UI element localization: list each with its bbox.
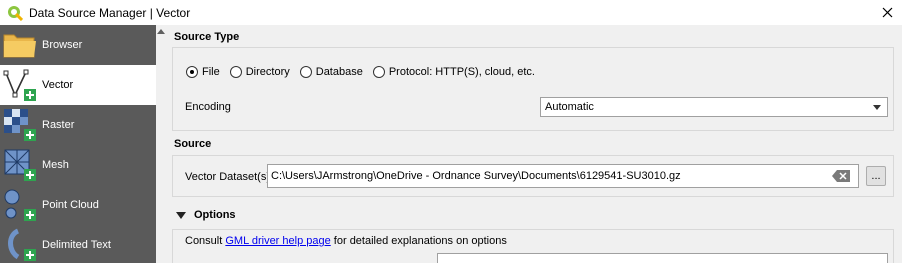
source-type-heading: Source Type	[174, 31, 240, 43]
vector-dataset-input[interactable]: C:\Users\JArmstrong\OneDrive - Ordnance …	[267, 164, 859, 188]
vector-dataset-label: Vector Dataset(s)	[185, 171, 270, 183]
qgis-logo-icon	[8, 5, 23, 21]
sidebar-item-delimited-text[interactable]: Delimited Text	[0, 225, 156, 263]
radio-protocol-label: Protocol: HTTP(S), cloud, etc.	[388, 66, 535, 78]
collapse-triangle-icon	[176, 211, 186, 219]
scroll-up-arrow-icon[interactable]	[157, 28, 165, 34]
consult-suffix: for detailed explanations on options	[333, 235, 507, 247]
sidebar-item-label: Point Cloud	[42, 199, 99, 211]
encoding-value: Automatic	[545, 101, 594, 113]
close-icon	[882, 7, 892, 18]
clear-icon[interactable]	[832, 170, 850, 182]
sidebar-item-mesh[interactable]: Mesh	[0, 145, 156, 185]
radio-directory-label: Directory	[245, 66, 290, 78]
sidebar: Browser Vector Raster Mesh Point Cloud D…	[0, 25, 156, 263]
options-field[interactable]	[437, 253, 888, 263]
folder-icon	[3, 34, 36, 58]
options-consult-text: Consult GML driver help page for detaile…	[185, 235, 507, 247]
source-heading: Source	[174, 138, 212, 150]
source-type-group	[172, 47, 894, 131]
sidebar-item-vector[interactable]: Vector	[0, 65, 156, 105]
encoding-label: Encoding	[185, 101, 231, 113]
sidebar-item-browser[interactable]: Browser	[0, 25, 156, 65]
raster-icon	[4, 109, 36, 141]
radio-file[interactable]: File	[186, 66, 220, 78]
sidebar-splitter[interactable]	[156, 25, 166, 263]
radio-database-indicator	[299, 66, 312, 78]
sidebar-item-label: Browser	[42, 39, 83, 51]
radio-database[interactable]: Database	[299, 66, 363, 78]
mesh-icon	[4, 149, 36, 181]
encoding-select[interactable]: Automatic	[540, 97, 888, 117]
point-cloud-icon	[4, 189, 36, 221]
vector-icon	[3, 69, 36, 101]
sidebar-item-point-cloud[interactable]: Point Cloud	[0, 185, 156, 225]
sidebar-item-raster[interactable]: Raster	[0, 105, 156, 145]
consult-prefix: Consult	[185, 235, 223, 247]
radio-protocol[interactable]: Protocol: HTTP(S), cloud, etc.	[372, 66, 535, 78]
sidebar-item-label: Raster	[42, 119, 75, 131]
radio-file-indicator	[186, 66, 198, 78]
radio-directory[interactable]: Directory	[229, 66, 290, 78]
window-title: Data Source Manager | Vector	[29, 5, 191, 20]
radio-directory-indicator	[229, 66, 242, 78]
main-panel: Source Type File Directory Database Prot…	[166, 25, 902, 263]
options-toggle[interactable]: Options	[174, 209, 236, 221]
radio-protocol-indicator	[372, 66, 385, 78]
radio-file-label: File	[202, 66, 220, 78]
options-heading: Options	[194, 209, 236, 221]
delimited-text-icon	[8, 228, 36, 261]
sidebar-item-label: Delimited Text	[42, 239, 111, 251]
chevron-down-icon	[873, 105, 881, 110]
vector-dataset-value: C:\Users\JArmstrong\OneDrive - Ordnance …	[271, 170, 681, 182]
close-button[interactable]	[872, 0, 902, 25]
sidebar-item-label: Vector	[42, 79, 74, 91]
gml-driver-help-link[interactable]: GML driver help page	[225, 235, 330, 247]
source-type-radio-group: File Directory Database Protocol: HTTP(S…	[186, 66, 545, 78]
radio-database-label: Database	[315, 66, 363, 78]
browse-button[interactable]: ...	[866, 166, 886, 186]
sidebar-item-label: Mesh	[42, 159, 69, 171]
title-bar: Data Source Manager | Vector	[0, 0, 902, 25]
